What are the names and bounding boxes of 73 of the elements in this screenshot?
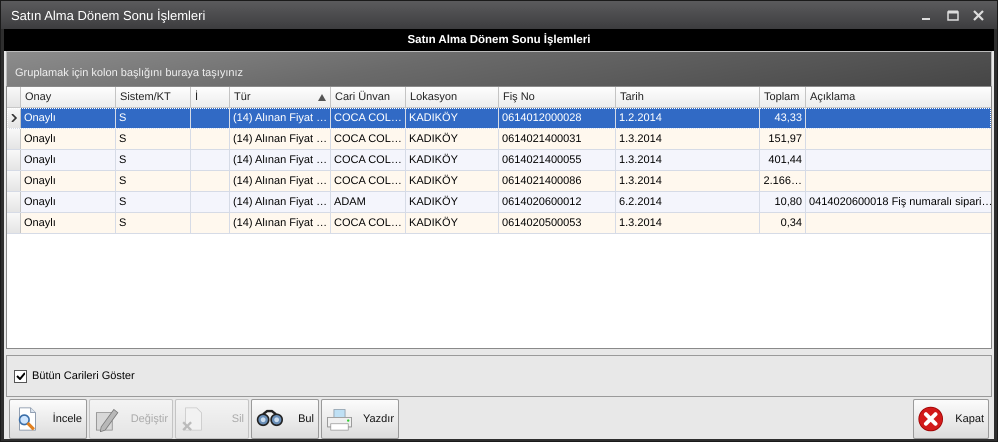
table-cell: Onaylı bbox=[24, 196, 56, 208]
header-title: Satın Alma Dönem Sonu İşlemleri bbox=[408, 34, 590, 46]
table-cell: 1.3.2014 bbox=[619, 154, 662, 166]
table-cell: 0,34 bbox=[780, 217, 802, 229]
table-cell: (14) Alınan Fiyat … bbox=[233, 217, 328, 229]
table-cell: S bbox=[119, 112, 126, 124]
table-cell: Onaylı bbox=[24, 112, 56, 124]
table-cell: S bbox=[119, 154, 126, 166]
table-cell: 401,44 bbox=[768, 154, 802, 166]
table-cell: COCA COL… bbox=[334, 133, 402, 145]
table-row[interactable]: Onaylı S (14) Alınan Fiyat … ADAM KADIKÖY 0614020600012 6.2.2014 10,80 0414020600018 Fiş numaralı sipari… bbox=[7, 192, 991, 213]
table-cell: 1.3.2014 bbox=[619, 175, 662, 187]
table-cell: S bbox=[119, 133, 126, 145]
column-header[interactable]: Sistem/KT bbox=[116, 87, 191, 107]
table-cell: S bbox=[119, 217, 126, 229]
table-cell: 1.2.2014 bbox=[619, 112, 662, 124]
table-row[interactable]: Onaylı S (14) Alınan Fiyat … COCA COL… KADIKÖY 0614021400055 1.3.2014 401,44 bbox=[7, 150, 991, 171]
toolbar-button[interactable]: Yazdır bbox=[321, 399, 399, 439]
table-cell: (14) Alınan Fiyat … bbox=[233, 154, 328, 166]
toolbar-button[interactable]: Bul bbox=[251, 399, 319, 439]
table-cell: 0614020500053 bbox=[502, 217, 582, 229]
column-header[interactable]: Tarih bbox=[616, 87, 760, 107]
column-header[interactable]: Tür bbox=[230, 87, 331, 107]
table-cell: 0614020600012 bbox=[502, 196, 582, 208]
table-cell: COCA COL… bbox=[334, 112, 402, 124]
table-cell: Onaylı bbox=[24, 175, 56, 187]
table-cell: 0614021400055 bbox=[502, 154, 582, 166]
table-cell: Onaylı bbox=[24, 217, 56, 229]
column-header[interactable]: Fiş No bbox=[499, 87, 616, 107]
table-cell: Onaylı bbox=[24, 154, 56, 166]
toolbar-button[interactable]: İncele bbox=[9, 399, 87, 439]
table-cell: KADIKÖY bbox=[409, 112, 458, 124]
window-title: Satın Alma Dönem Sonu İşlemleri bbox=[11, 8, 206, 22]
column-header[interactable]: Onay bbox=[21, 87, 116, 107]
table-cell: (14) Alınan Fiyat … bbox=[233, 196, 328, 208]
column-header[interactable]: Cari Ünvan bbox=[331, 87, 406, 107]
table-cell: 1.3.2014 bbox=[619, 217, 662, 229]
table-cell: Onaylı bbox=[24, 133, 56, 145]
group-hint: Gruplamak için kolon başlığını buraya taşıyınız bbox=[15, 67, 244, 79]
table-cell: 0614012000028 bbox=[502, 112, 582, 124]
table-cell: 0414020600018 Fiş numaralı sipari… bbox=[809, 196, 991, 208]
table-cell: KADIKÖY bbox=[409, 217, 458, 229]
table-cell: 43,33 bbox=[774, 112, 802, 124]
table-cell: 6.2.2014 bbox=[619, 196, 662, 208]
table-cell: (14) Alınan Fiyat … bbox=[233, 175, 328, 187]
checkbox-label: Bütün Carileri Göster bbox=[32, 370, 135, 382]
table-row[interactable]: Onaylı S (14) Alınan Fiyat … COCA COL… KADIKÖY 0614021400031 1.3.2014 151,97 bbox=[7, 129, 991, 150]
table-cell: COCA COL… bbox=[334, 175, 402, 187]
table-cell: 0614021400086 bbox=[502, 175, 582, 187]
table-cell: 10,80 bbox=[774, 196, 802, 208]
table-cell: 2.166… bbox=[763, 175, 802, 187]
table-cell: KADIKÖY bbox=[409, 196, 458, 208]
table-cell: ADAM bbox=[334, 196, 366, 208]
table-cell: KADIKÖY bbox=[409, 154, 458, 166]
column-header[interactable]: Lokasyon bbox=[406, 87, 499, 107]
table-cell: 1.3.2014 bbox=[619, 133, 662, 145]
table-cell: KADIKÖY bbox=[409, 133, 458, 145]
column-header[interactable]: Toplam bbox=[760, 87, 806, 107]
table-cell: S bbox=[119, 196, 126, 208]
column-header[interactable]: Açıklama bbox=[806, 87, 991, 107]
toolbar-button[interactable]: Kapat bbox=[913, 399, 989, 439]
table-row[interactable]: Onaylı S (14) Alınan Fiyat … COCA COL… KADIKÖY 0614020500053 1.3.2014 0,34 bbox=[7, 213, 991, 234]
table-cell: COCA COL… bbox=[334, 154, 402, 166]
table-cell: KADIKÖY bbox=[409, 175, 458, 187]
table-cell: 0614021400031 bbox=[502, 133, 582, 145]
table-cell: (14) Alınan Fiyat … bbox=[233, 133, 328, 145]
column-header[interactable]: İ bbox=[191, 87, 230, 107]
table-cell: S bbox=[119, 175, 126, 187]
table-row[interactable]: Onaylı S (14) Alınan Fiyat … COCA COL… KADIKÖY 0614012000028 1.2.2014 43,33 bbox=[7, 108, 991, 129]
table-cell: COCA COL… bbox=[334, 217, 402, 229]
table-cell: (14) Alınan Fiyat … bbox=[233, 112, 328, 124]
table-cell: 151,97 bbox=[768, 133, 802, 145]
table-row[interactable]: Onaylı S (14) Alınan Fiyat … COCA COL… KADIKÖY 0614021400086 1.3.2014 2.166… bbox=[7, 171, 991, 192]
